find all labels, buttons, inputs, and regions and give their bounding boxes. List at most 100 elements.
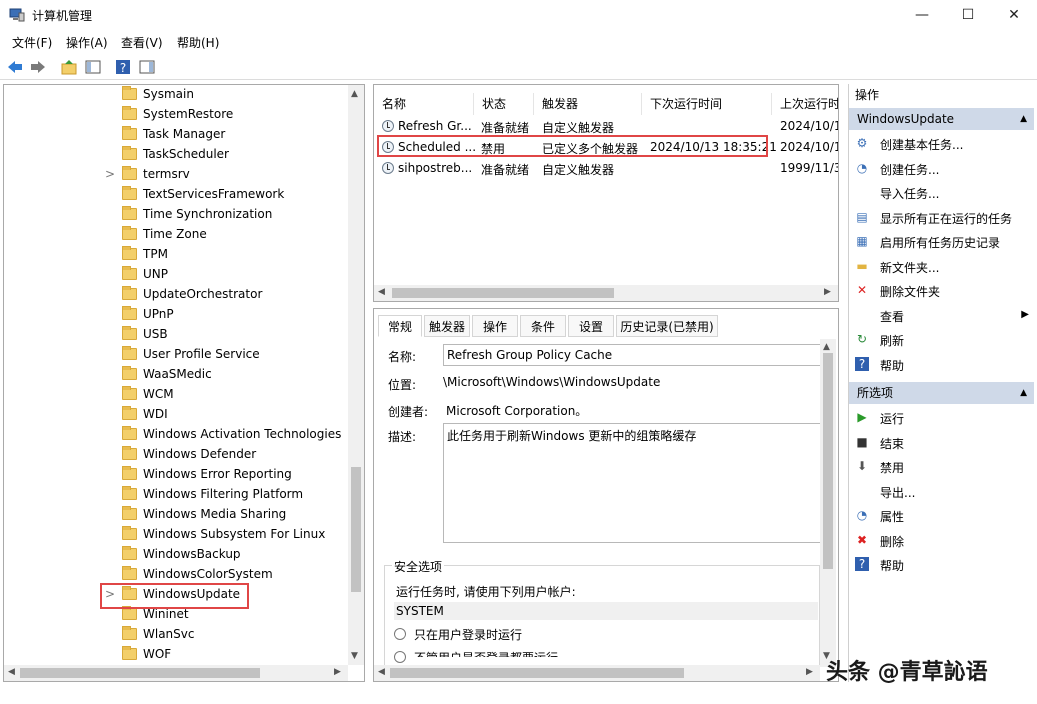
tree-item[interactable]: WOF xyxy=(4,645,344,665)
action-item[interactable]: ▦ 启用所有任务历史记录 xyxy=(849,229,1034,253)
section-selected-item[interactable]: 所选项 ▲ xyxy=(849,382,1034,404)
section-windowsupdate[interactable]: WindowsUpdate ▲ xyxy=(849,108,1034,130)
tree-item[interactable]: TaskScheduler xyxy=(4,145,344,165)
scroll-left-icon[interactable]: ◀ xyxy=(378,667,385,677)
tree-item[interactable]: TPM xyxy=(4,245,344,265)
details-hscrollbar[interactable]: ◀ ▶ xyxy=(374,665,820,681)
col-trigger[interactable]: 触发器 xyxy=(534,93,642,115)
action-item[interactable]: ? 帮助 xyxy=(849,352,1034,376)
action-item[interactable]: ✕ 删除文件夹 xyxy=(849,278,1034,302)
show-hide-tree-icon[interactable] xyxy=(84,58,102,76)
name-field[interactable]: Refresh Group Policy Cache xyxy=(443,344,821,366)
action-item[interactable]: ■ 结束 xyxy=(849,430,1034,454)
action-item[interactable]: ⬇ 禁用 xyxy=(849,454,1034,478)
tree-item[interactable]: Windows Activation Technologies xyxy=(4,425,344,445)
radio-whether-logged-on[interactable] xyxy=(394,651,406,663)
tree-item[interactable]: Time Synchronization xyxy=(4,205,344,225)
task-row[interactable]: sihpostreb... 准备就绪 自定义触发器 1999/11/3 xyxy=(378,158,838,178)
col-next-run[interactable]: 下次运行时间 xyxy=(642,93,772,115)
tree-item[interactable]: UNP xyxy=(4,265,344,285)
close-button[interactable]: ✕ xyxy=(991,0,1037,30)
details-hscroll-thumb[interactable] xyxy=(390,668,684,678)
radio-logged-on-only[interactable] xyxy=(394,628,406,640)
collapse-icon[interactable]: ▲ xyxy=(1020,382,1027,404)
help-toolbar-icon[interactable]: ? xyxy=(114,58,132,76)
action-item[interactable]: ◔ 创建任务... xyxy=(849,156,1034,180)
menu-view[interactable]: 查看(V) xyxy=(121,34,163,51)
details-vscrollbar[interactable]: ▲ ▼ xyxy=(820,339,836,667)
action-item[interactable]: 查看 ▶ xyxy=(849,303,1034,327)
tab-actions[interactable]: 操作 xyxy=(472,315,518,337)
maximize-button[interactable]: ☐ xyxy=(945,0,991,30)
action-item[interactable]: ▬ 新文件夹... xyxy=(849,254,1034,278)
tree-item[interactable]: WCM xyxy=(4,385,344,405)
task-list-hscroll-thumb[interactable] xyxy=(392,288,614,298)
tree-item[interactable]: SystemRestore xyxy=(4,105,344,125)
task-row[interactable]: Refresh Gr... 准备就绪 自定义触发器 2024/10/1 xyxy=(378,116,838,136)
tree-item[interactable]: WlanSvc xyxy=(4,625,344,645)
description-field[interactable]: 此任务用于刷新Windows 更新中的组策略缓存 xyxy=(443,423,821,543)
forward-arrow-icon[interactable] xyxy=(29,58,47,76)
menu-action[interactable]: 操作(A) xyxy=(66,34,108,51)
action-item[interactable]: ◔ 属性 xyxy=(849,503,1034,527)
tree-item[interactable]: > termsrv xyxy=(4,165,344,185)
up-folder-icon[interactable] xyxy=(60,58,78,76)
scroll-right-icon[interactable]: ▶ xyxy=(806,667,813,677)
tree-horizontal-scrollbar[interactable]: ◀ ▶ xyxy=(4,665,348,681)
tree-item[interactable]: TextServicesFramework xyxy=(4,185,344,205)
action-item[interactable]: ▤ 显示所有正在运行的任务 xyxy=(849,205,1034,229)
tree-item[interactable]: User Profile Service xyxy=(4,345,344,365)
tree-item[interactable]: WindowsColorSystem xyxy=(4,565,344,585)
scroll-up-icon[interactable]: ▲ xyxy=(351,89,358,99)
tab-history[interactable]: 历史记录(已禁用) xyxy=(616,315,718,337)
task-list-hscrollbar[interactable]: ◀ ▶ xyxy=(374,285,838,301)
tree-item[interactable]: UpdateOrchestrator xyxy=(4,285,344,305)
action-pane-icon[interactable] xyxy=(138,58,156,76)
tab-general[interactable]: 常规 xyxy=(378,315,422,337)
action-item[interactable]: ↻ 刷新 xyxy=(849,327,1034,351)
scroll-left-icon[interactable]: ◀ xyxy=(8,667,15,677)
tree-hscroll-thumb[interactable] xyxy=(20,668,260,678)
action-item[interactable]: ? 帮助 xyxy=(849,552,1034,576)
tree-vertical-scrollbar[interactable]: ▲ ▼ xyxy=(348,85,364,665)
col-name[interactable]: 名称 xyxy=(374,93,474,115)
col-status[interactable]: 状态 xyxy=(474,93,534,115)
menu-help[interactable]: 帮助(H) xyxy=(177,34,219,51)
tree-item[interactable]: Time Zone xyxy=(4,225,344,245)
tree-item[interactable]: WindowsBackup xyxy=(4,545,344,565)
folder-icon xyxy=(122,486,137,500)
action-item-label: 结束 xyxy=(880,436,905,451)
tree-item[interactable]: Sysmain xyxy=(4,85,344,105)
tree-item[interactable]: Windows Media Sharing xyxy=(4,505,344,525)
tree-item[interactable]: Windows Defender xyxy=(4,445,344,465)
action-item[interactable]: 导出... xyxy=(849,479,1034,503)
scroll-up-icon[interactable]: ▲ xyxy=(823,342,830,352)
tree-item[interactable]: WaaSMedic xyxy=(4,365,344,385)
tree-item[interactable]: WDI xyxy=(4,405,344,425)
tab-conditions[interactable]: 条件 xyxy=(520,315,566,337)
tab-triggers[interactable]: 触发器 xyxy=(424,315,470,337)
scroll-left-icon[interactable]: ◀ xyxy=(378,287,385,297)
tree-item[interactable]: Windows Subsystem For Linux xyxy=(4,525,344,545)
back-arrow-icon[interactable] xyxy=(6,58,24,76)
tree-scroll-thumb[interactable] xyxy=(351,467,361,592)
action-item[interactable]: ▶ 运行 xyxy=(849,405,1034,429)
col-last-run[interactable]: 上次运行时 xyxy=(772,93,838,115)
tree-item[interactable]: Task Manager xyxy=(4,125,344,145)
tree-item[interactable]: Windows Error Reporting xyxy=(4,465,344,485)
collapse-icon[interactable]: ▲ xyxy=(1020,108,1027,130)
tree-item[interactable]: USB xyxy=(4,325,344,345)
action-item[interactable]: 导入任务... xyxy=(849,180,1034,204)
details-vscroll-thumb[interactable] xyxy=(823,353,833,569)
tree-item[interactable]: UPnP xyxy=(4,305,344,325)
scroll-right-icon[interactable]: ▶ xyxy=(334,667,341,677)
scroll-down-icon[interactable]: ▼ xyxy=(351,651,358,661)
scroll-right-icon[interactable]: ▶ xyxy=(824,287,831,297)
minimize-button[interactable]: — xyxy=(899,0,945,30)
menu-file[interactable]: 文件(F) xyxy=(12,34,52,51)
expand-chevron-icon[interactable]: > xyxy=(105,167,115,181)
tab-settings[interactable]: 设置 xyxy=(568,315,614,337)
action-item[interactable]: ✖ 删除 xyxy=(849,528,1034,552)
action-item[interactable]: ⚙ 创建基本任务... xyxy=(849,131,1034,155)
tree-item[interactable]: Windows Filtering Platform xyxy=(4,485,344,505)
